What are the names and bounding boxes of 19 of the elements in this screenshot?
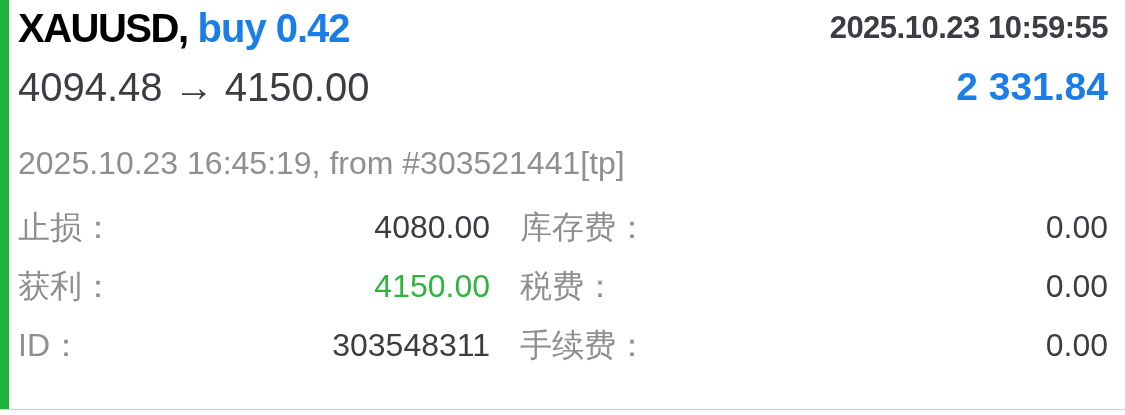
detail-label: 税费： bbox=[520, 266, 616, 306]
detail-label: ID： bbox=[18, 325, 82, 365]
detail-value: 303548311 bbox=[332, 327, 490, 364]
deal-card[interactable]: XAUUSD, buy 0.42 2025.10.23 10:59:55 4094.48 → 4150.00 2 331.84 2025.10.23 16:45:19, from #303521441[tp] 止损： 4080.00 库存费： 0.00 获利： 4150.00 税费： 0.00 ID： 303548311 手续费： 0.00 bbox=[0, 0, 1125, 410]
detail-label: 止损： bbox=[18, 207, 114, 247]
open-info: 2025.10.23 16:45:19, from #303521441[tp] bbox=[18, 144, 626, 183]
detail-value: 4150.00 bbox=[374, 268, 490, 305]
trade-action: buy 0.42 bbox=[197, 5, 350, 51]
detail-value: 4080.00 bbox=[374, 209, 490, 246]
detail-value: 0.00 bbox=[1045, 268, 1108, 305]
detail-value: 0.00 bbox=[1045, 209, 1108, 246]
detail-label: 库存费： bbox=[520, 207, 648, 247]
detail-value: 0.00 bbox=[1045, 327, 1108, 364]
close-time: 2025.10.23 10:59:55 bbox=[829, 10, 1108, 46]
detail-label: 获利： bbox=[18, 266, 114, 306]
price-range: 4094.48 → 4150.00 bbox=[18, 64, 370, 110]
symbol: XAUUSD, bbox=[18, 5, 188, 51]
profit: 2 331.84 bbox=[956, 65, 1108, 109]
detail-label: 手续费： bbox=[520, 325, 648, 365]
